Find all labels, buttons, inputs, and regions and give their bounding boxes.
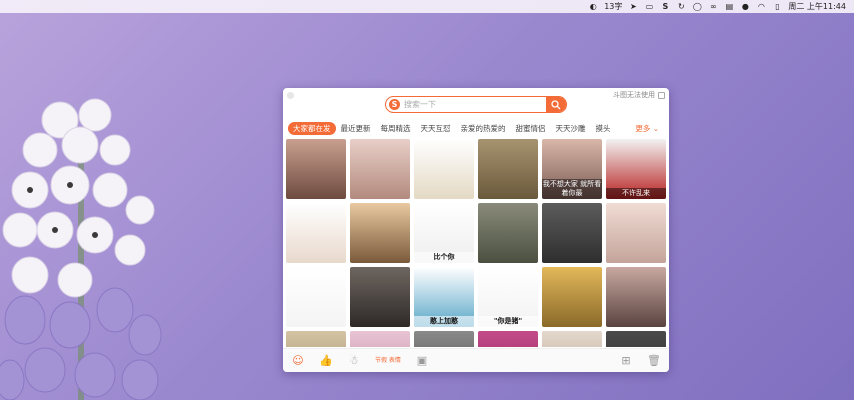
- wechat-icon[interactable]: ◐: [588, 2, 598, 11]
- sticker-caption: 憨上加憨: [414, 316, 474, 327]
- note-icon[interactable]: ▤: [724, 2, 734, 11]
- sogou-icon[interactable]: S: [660, 2, 670, 11]
- message-icon[interactable]: ◯: [692, 2, 702, 11]
- tab-beloved[interactable]: 亲爱的热爱的: [456, 122, 511, 135]
- sticker-caption: "你是猪": [478, 316, 538, 327]
- sticker-item[interactable]: [414, 331, 474, 347]
- sticker-item[interactable]: [286, 331, 346, 347]
- tab-trending[interactable]: 大家都在发: [288, 121, 336, 135]
- sticker-item[interactable]: 比个你: [414, 203, 474, 263]
- festival-tab[interactable]: 节假 表情: [375, 357, 401, 364]
- sogou-logo: S: [389, 99, 400, 110]
- tab-roast[interactable]: 天天互怼: [416, 122, 456, 135]
- search-input[interactable]: [400, 97, 546, 112]
- search-button[interactable]: [546, 97, 566, 112]
- menu-bar: ◐ 13字 ➤ ▭ S ↻ ◯ ∞ ▤ ● ◠ ▯ 周二 上午11:44: [0, 0, 854, 13]
- sticker-item[interactable]: [542, 331, 602, 347]
- wifi-icon[interactable]: ◠: [756, 2, 766, 11]
- sticker-item[interactable]: "你是猪": [478, 267, 538, 327]
- more-label: 更多: [635, 123, 651, 133]
- sticker-caption: 比个你: [414, 252, 474, 263]
- sticker-grid: 我不想大家 就所看着你最 不许乱来 比个你 憨上加憨 "你是猪" 吧唧: [286, 139, 668, 347]
- sticker-item[interactable]: 憨上加憨: [414, 267, 474, 327]
- bottom-toolbar: ☺ 👍 ☃ 节假 表情 ▣ ⊞ 🗑: [283, 348, 669, 372]
- sticker-item[interactable]: [606, 267, 666, 327]
- category-tabs: 大家都在发 最近更新 每周精选 天天互怼 亲爱的热爱的 甜蜜情侣 天天沙雕 摸头…: [288, 121, 664, 135]
- sync-icon[interactable]: ↻: [676, 2, 686, 11]
- sticker-item[interactable]: [286, 139, 346, 199]
- top-right-label[interactable]: 斗图无法使用: [613, 90, 655, 100]
- flower-decoration: [0, 98, 162, 400]
- search-icon: [551, 99, 561, 109]
- thumbs-up-icon[interactable]: 👍: [319, 354, 333, 368]
- sticker-item[interactable]: 不许乱来: [606, 139, 666, 199]
- sticker-item[interactable]: [350, 267, 410, 327]
- add-icon[interactable]: ⊞: [619, 354, 633, 368]
- sticker-item[interactable]: [478, 139, 538, 199]
- chevron-down-icon: ⌄: [652, 123, 659, 133]
- tab-pat-head[interactable]: 摸头: [591, 122, 616, 135]
- word-count[interactable]: 13字: [604, 0, 622, 13]
- sticker-caption: 我不想大家 就所看着你最: [542, 179, 602, 199]
- more-button[interactable]: 更多 ⌄: [630, 122, 664, 135]
- sticker-item[interactable]: [478, 203, 538, 263]
- bottom-right-actions: ⊞ 🗑: [619, 354, 661, 368]
- sticker-item[interactable]: [414, 139, 474, 199]
- sticker-caption: 不许乱来: [606, 188, 666, 199]
- window-icon[interactable]: [658, 91, 665, 99]
- screen-record-icon[interactable]: ▭: [644, 2, 654, 11]
- sticker-item[interactable]: 我不想大家 就所看着你最: [542, 139, 602, 199]
- tab-silly[interactable]: 天天沙雕: [551, 122, 591, 135]
- cc-icon[interactable]: ∞: [708, 2, 718, 11]
- panel-top-right[interactable]: 斗图无法使用: [613, 90, 665, 100]
- sticker-pack-icon[interactable]: ▣: [415, 354, 429, 368]
- search-box[interactable]: S: [385, 96, 567, 113]
- trash-icon[interactable]: 🗑: [647, 354, 661, 368]
- battery-icon[interactable]: ▯: [772, 2, 782, 11]
- send-icon[interactable]: ➤: [628, 2, 638, 11]
- sticker-item[interactable]: 吧唧: [478, 331, 538, 347]
- tab-recent[interactable]: 最近更新: [336, 122, 376, 135]
- browser-icon[interactable]: ●: [740, 2, 750, 11]
- sticker-item[interactable]: [350, 139, 410, 199]
- emoji-smile-icon[interactable]: ☺: [291, 354, 305, 368]
- sticker-item[interactable]: [606, 203, 666, 263]
- sticker-item[interactable]: [542, 267, 602, 327]
- tab-couples[interactable]: 甜蜜情侣: [511, 122, 551, 135]
- panel-close-button[interactable]: [287, 92, 294, 99]
- clock[interactable]: 周二 上午11:44: [788, 0, 846, 13]
- sticker-item[interactable]: [542, 203, 602, 263]
- sticker-item[interactable]: [350, 331, 410, 347]
- sticker-item[interactable]: [350, 203, 410, 263]
- sticker-item[interactable]: [286, 203, 346, 263]
- tab-weekly[interactable]: 每周精选: [376, 122, 416, 135]
- emoji-panel: 斗图无法使用 S 大家都在发 最近更新 每周精选 天天互怼 亲爱的热爱的 甜蜜情…: [283, 88, 669, 372]
- sticker-character-icon[interactable]: ☃: [347, 354, 361, 368]
- sticker-item[interactable]: [286, 267, 346, 327]
- sticker-item[interactable]: [606, 331, 666, 347]
